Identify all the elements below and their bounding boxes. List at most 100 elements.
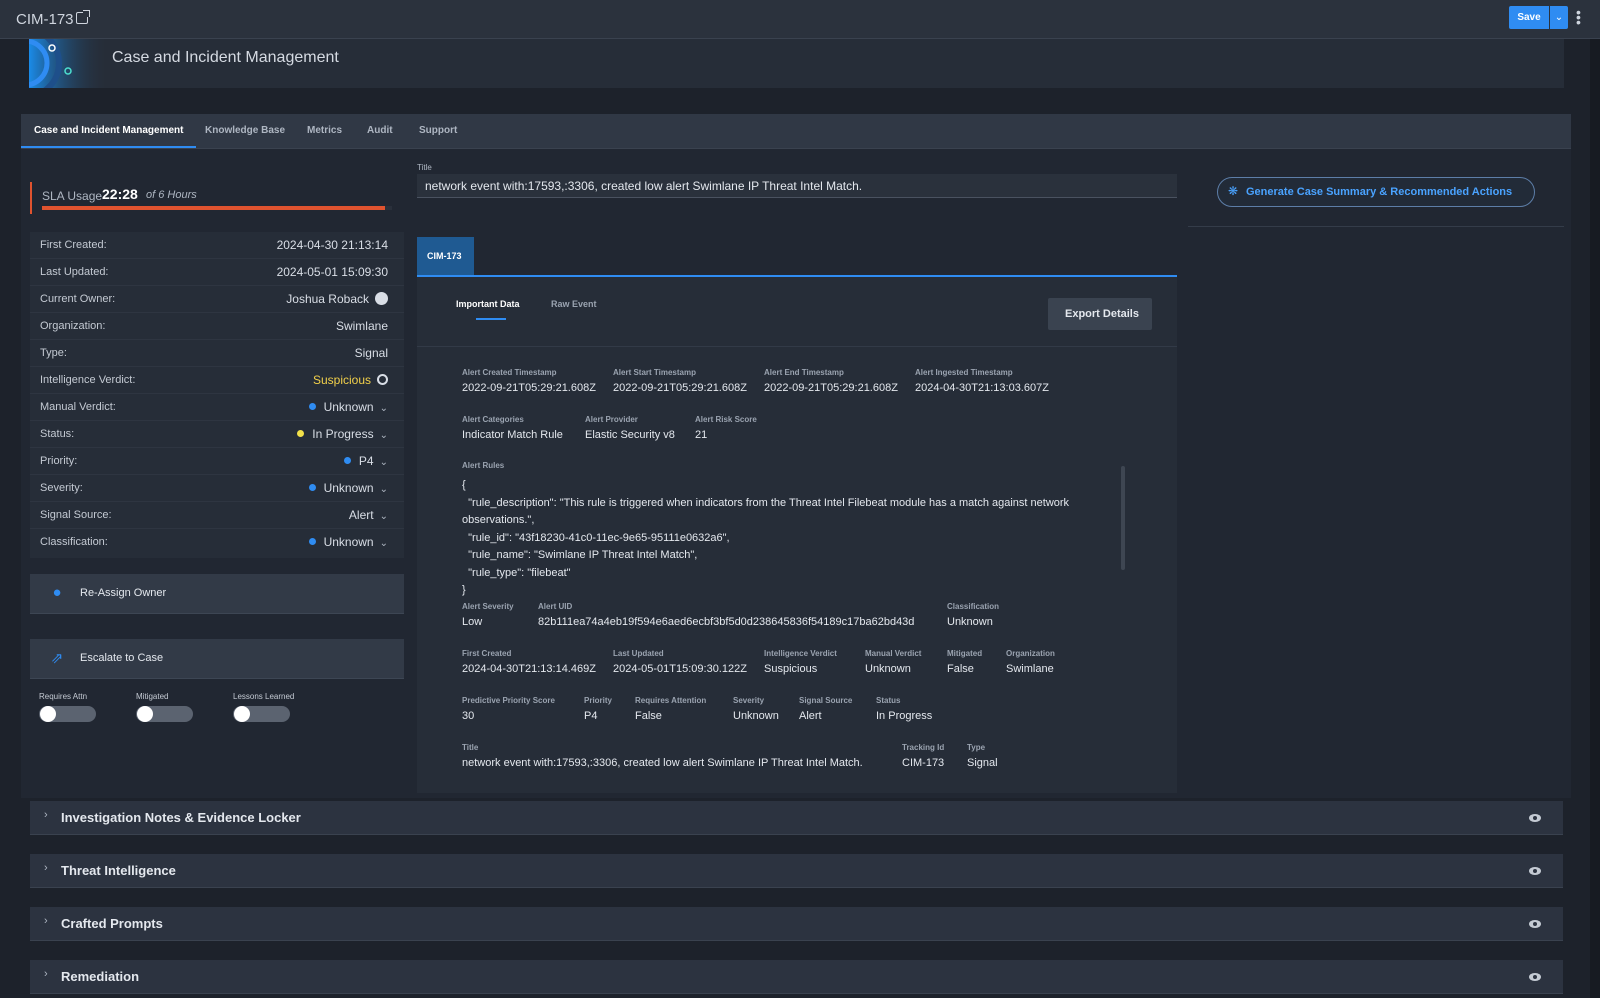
save-dropdown-chevron-icon[interactable]: ⌄: [1550, 6, 1568, 29]
field-value: 82b111ea74a4eb19f594e6aed6ecbf3bf5d0d238…: [538, 616, 915, 628]
accordion-investigation-notes[interactable]: › Investigation Notes & Evidence Locker: [30, 801, 1563, 835]
field-value: 2022-09-21T05:29:21.608Z: [462, 382, 596, 394]
detail-row: Type: Signal: [30, 340, 404, 367]
save-button[interactable]: Save: [1509, 6, 1549, 29]
field-key: Alert Provider: [585, 415, 638, 424]
detail-key: Severity:: [40, 482, 83, 494]
detail-row: Signal Source: Alert ⌄: [30, 502, 404, 529]
manual-verdict-select[interactable]: Unknown ⌄: [308, 400, 388, 414]
field-key: Alert Rules: [462, 461, 505, 470]
field-value: Elastic Security v8: [585, 429, 675, 441]
tab-metrics[interactable]: Metrics: [307, 125, 342, 136]
classification-select[interactable]: Unknown ⌄: [308, 535, 388, 549]
field-value: 2024-05-01T15:09:30.122Z: [613, 663, 747, 675]
signal-source-select[interactable]: Alert ⌄: [349, 508, 388, 522]
field-value: 30: [462, 710, 475, 722]
tab-important-data[interactable]: Important Data: [456, 299, 520, 309]
ai-sparkle-icon: ❋: [1228, 184, 1239, 198]
external-link-icon[interactable]: [76, 10, 90, 24]
page-scrollbar[interactable]: [1590, 39, 1600, 998]
detail-key: Manual Verdict:: [40, 401, 116, 413]
severity-select[interactable]: Unknown ⌄: [308, 481, 388, 495]
field-value: P4: [584, 710, 598, 722]
reassign-owner-button[interactable]: ● Re-Assign Owner: [30, 574, 404, 614]
field-key: Alert Risk Score: [695, 415, 757, 424]
toggle-switch[interactable]: [39, 706, 96, 722]
field-key: Requires Attention: [635, 696, 707, 705]
intelligence-verdict-field: Suspicious: [313, 373, 388, 387]
tab-record[interactable]: CIM-173: [417, 237, 474, 275]
generate-summary-button[interactable]: ❋ Generate Case Summary & Recommended Ac…: [1217, 177, 1535, 207]
escalate-to-case-label: Escalate to Case: [80, 652, 164, 664]
field-key: Priority: [584, 696, 613, 705]
tab-knowledge-base[interactable]: Knowledge Base: [205, 125, 285, 136]
eye-icon[interactable]: [1529, 973, 1541, 981]
field-value: CIM-173: [902, 757, 945, 769]
current-owner-field[interactable]: Joshua Roback: [286, 292, 388, 306]
escalate-to-case-button[interactable]: ⇗ Escalate to Case: [30, 639, 404, 679]
detail-key: Status:: [40, 428, 75, 440]
status-select[interactable]: In Progress ⌄: [297, 427, 388, 441]
mitigated-toggle[interactable]: Mitigated: [136, 692, 216, 722]
field-alert-uid: Alert UID 82b111ea74a4eb19f594e6aed6ecbf…: [538, 602, 914, 628]
field-key: Manual Verdict: [865, 649, 922, 658]
status-dot: [308, 538, 316, 545]
accordion-crafted-prompts[interactable]: › Crafted Prompts: [30, 907, 1563, 941]
field-classification: Classification Unknown: [947, 602, 999, 628]
field-signal-source: Signal Source Alert: [799, 696, 852, 722]
scrollbar[interactable]: [1121, 466, 1125, 570]
toggle-switch[interactable]: [136, 706, 193, 722]
sla-progress-fill: [42, 206, 385, 210]
field-key: Tracking Id: [902, 743, 945, 752]
target-icon: [377, 374, 388, 385]
requires-attn-toggle[interactable]: Requires Attn: [39, 692, 119, 722]
accordion-title: Remediation: [61, 969, 140, 984]
more-options-icon[interactable]: • • •: [1576, 5, 1582, 29]
user-icon: [375, 292, 388, 305]
eye-icon[interactable]: [1529, 920, 1541, 928]
field-key: Severity: [733, 696, 765, 705]
accordion-remediation[interactable]: › Remediation: [30, 960, 1563, 994]
tab-raw-event[interactable]: Raw Event: [551, 299, 597, 309]
tab-support[interactable]: Support: [419, 125, 457, 136]
lessons-learned-toggle[interactable]: Lessons Learned: [233, 692, 313, 722]
tab-audit[interactable]: Audit: [367, 125, 393, 136]
title-input[interactable]: network event with:17593,:3306, created …: [417, 174, 1177, 198]
divider: [417, 346, 1177, 347]
field-first-created: First Created 2024-04-30T21:13:14.469Z: [462, 649, 596, 675]
field-value: Signal: [967, 757, 998, 769]
active-subtab-indicator: [476, 318, 506, 320]
field-value: Alert: [799, 710, 822, 722]
eye-icon[interactable]: [1529, 814, 1541, 822]
toggle-knob: [137, 706, 153, 722]
field-mitigated: Mitigated False: [947, 649, 982, 675]
field-value: network event with:17593,:3306, created …: [462, 757, 863, 769]
field-requires-attention: Requires Attention False: [635, 696, 706, 722]
priority-select[interactable]: P4 ⌄: [343, 454, 388, 468]
title-label: Title: [417, 163, 432, 172]
field-alert-end: Alert End Timestamp 2022-09-21T05:29:21.…: [764, 368, 898, 394]
toggle-switch[interactable]: [233, 706, 290, 722]
chevron-down-icon: ⌄: [379, 430, 388, 441]
export-details-button[interactable]: Export Details: [1048, 298, 1152, 330]
eye-icon[interactable]: [1529, 867, 1541, 875]
detail-row: Status: In Progress ⌄: [30, 421, 404, 448]
field-predictive-priority-score: Predictive Priority Score 30: [462, 696, 555, 722]
sla-limit: of 6 Hours: [146, 189, 197, 201]
detail-row: Intelligence Verdict: Suspicious: [30, 367, 404, 394]
record-tab-label: CIM-173: [427, 251, 462, 261]
organization-value: Swimlane: [335, 319, 388, 333]
field-value: 2024-04-30T21:13:14.469Z: [462, 663, 596, 675]
app-banner: Case and Incident Management: [29, 39, 1564, 88]
field-last-updated: Last Updated 2024-05-01T15:09:30.122Z: [613, 649, 747, 675]
field-key: Alert Ingested Timestamp: [915, 368, 1013, 377]
field-value: Indicator Match Rule: [462, 429, 563, 441]
detail-key: Last Updated:: [40, 266, 109, 278]
toggle-label: Mitigated: [136, 692, 169, 701]
tab-case-and-incident-management[interactable]: Case and Incident Management: [34, 125, 183, 136]
escalate-arrows-icon: ⇗: [50, 650, 64, 667]
chevron-down-icon: ⌄: [379, 484, 388, 495]
accordion-threat-intelligence[interactable]: › Threat Intelligence: [30, 854, 1563, 888]
priority-value: P4: [358, 454, 374, 468]
field-alert-severity: Alert Severity Low: [462, 602, 514, 628]
